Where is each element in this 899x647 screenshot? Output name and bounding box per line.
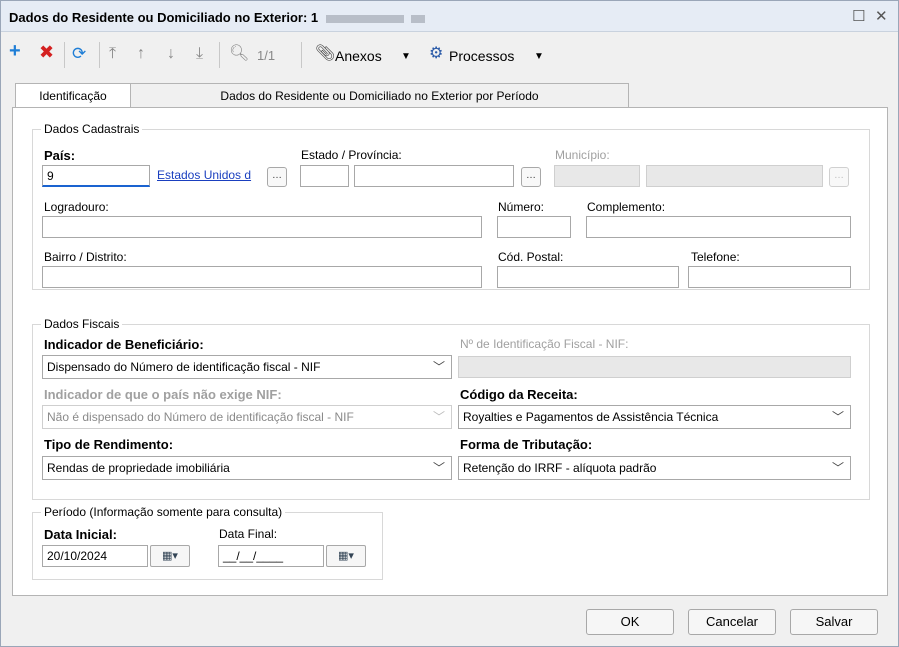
data-inicial-calendar-button[interactable]: ▦▾ xyxy=(150,545,190,567)
indicador-beneficiario-label: Indicador de Beneficiário: xyxy=(44,337,204,352)
municipio-name-input xyxy=(646,165,823,187)
toolbar-separator xyxy=(219,42,220,68)
salvar-button[interactable]: Salvar xyxy=(790,609,878,635)
telefone-input[interactable] xyxy=(688,266,851,288)
pais-code-input[interactable]: 9 xyxy=(42,165,150,187)
numero-input[interactable] xyxy=(497,216,571,238)
nif-input xyxy=(458,356,851,378)
complemento-input[interactable] xyxy=(586,216,851,238)
next-record-icon[interactable]: ↓ xyxy=(167,46,175,62)
estado-label: Estado / Província: xyxy=(301,148,402,162)
select-value: Dispensado do Número de identificação fi… xyxy=(47,360,321,374)
codigo-receita-label: Código da Receita: xyxy=(460,387,578,402)
toolbar-separator xyxy=(99,42,100,68)
anexos-menu[interactable]: Anexos xyxy=(335,48,382,64)
calendar-icon: ▦▾ xyxy=(338,550,354,562)
bairro-label: Bairro / Distrito: xyxy=(44,250,127,264)
group-legend: Dados Fiscais xyxy=(44,317,120,331)
select-value: Royalties e Pagamentos de Assistência Té… xyxy=(463,410,719,424)
refresh-icon[interactable]: ⟳ xyxy=(72,45,86,62)
tab-identificacao[interactable]: Identificação xyxy=(15,83,131,109)
chevron-down-icon[interactable]: ▼ xyxy=(534,51,544,62)
forma-tributacao-label: Forma de Tributação: xyxy=(460,437,593,452)
chevron-down-icon: ﹀ xyxy=(432,461,445,475)
pais-lookup-button[interactable]: … xyxy=(267,167,287,187)
redacted-block xyxy=(411,14,426,23)
tipo-rendimento-select[interactable]: Rendas de propriedade imobiliária ﹀ xyxy=(42,456,452,480)
pais-name-link[interactable]: Estados Unidos d xyxy=(157,168,259,182)
select-value: Não é dispensado do Número de identifica… xyxy=(47,410,354,424)
logradouro-input[interactable] xyxy=(42,216,482,238)
pais-nao-exige-nif-label: Indicador de que o país não exige NIF: xyxy=(44,387,282,402)
nif-label: Nº de Identificação Fiscal - NIF: xyxy=(460,337,629,351)
indicador-beneficiario-select[interactable]: Dispensado do Número de identificação fi… xyxy=(42,355,452,379)
estado-code-input[interactable] xyxy=(300,165,349,187)
window-title: Dados do Residente ou Domiciliado no Ext… xyxy=(9,10,426,25)
add-icon[interactable]: + xyxy=(9,41,21,61)
dialog-footer: OK Cancelar Salvar xyxy=(1,600,898,646)
dialog-window: Dados do Residente ou Domiciliado no Ext… xyxy=(0,0,899,647)
data-final-label: Data Final: xyxy=(219,527,278,541)
cancelar-button[interactable]: Cancelar xyxy=(688,609,776,635)
numero-label: Número: xyxy=(498,200,545,214)
processos-menu[interactable]: Processos xyxy=(449,48,514,64)
municipio-lookup-button: … xyxy=(829,167,849,187)
estado-lookup-button[interactable]: … xyxy=(521,167,541,187)
data-final-calendar-button[interactable]: ▦▾ xyxy=(326,545,366,567)
ok-button[interactable]: OK xyxy=(586,609,674,635)
complemento-label: Complemento: xyxy=(587,200,666,214)
data-inicial-label: Data Inicial: xyxy=(44,527,117,542)
paperclip-icon: 📎︎ xyxy=(315,45,336,62)
dados-cadastrais-group: Dados Cadastrais xyxy=(32,122,870,290)
previous-record-icon[interactable]: ↑ xyxy=(137,46,145,62)
first-record-icon[interactable]: ⤒ xyxy=(109,46,116,62)
last-record-icon[interactable]: ⤓ xyxy=(196,46,203,62)
forma-tributacao-select[interactable]: Retenção do IRRF - alíquota padrão ﹀ xyxy=(458,456,851,480)
select-value: Rendas de propriedade imobiliária xyxy=(47,461,230,475)
delete-icon[interactable]: ✖ xyxy=(39,43,54,61)
group-legend: Período (Informação somente para consult… xyxy=(44,505,283,519)
estado-name-input[interactable] xyxy=(354,165,514,187)
title-bar: Dados do Residente ou Domiciliado no Ext… xyxy=(1,1,898,32)
pais-label: País: xyxy=(44,148,76,163)
tipo-rendimento-label: Tipo de Rendimento: xyxy=(44,437,174,452)
municipio-code-input xyxy=(554,165,640,187)
data-final-input[interactable]: __/__/____ xyxy=(218,545,324,567)
municipio-label: Município: xyxy=(555,148,610,162)
data-inicial-input[interactable]: 20/10/2024 xyxy=(42,545,148,567)
pais-nao-exige-nif-select: Não é dispensado do Número de identifica… xyxy=(42,405,452,429)
chevron-down-icon[interactable]: ▼ xyxy=(401,51,411,62)
cep-label: Cód. Postal: xyxy=(498,250,564,264)
cep-input[interactable] xyxy=(497,266,679,288)
close-icon[interactable]: ✕ xyxy=(875,7,888,25)
select-value: Retenção do IRRF - alíquota padrão xyxy=(463,461,657,475)
search-icon[interactable]: 🔍︎ xyxy=(229,46,249,62)
periodo-group: Período (Informação somente para consult… xyxy=(32,505,383,580)
toolbar-separator xyxy=(301,42,302,68)
logradouro-label: Logradouro: xyxy=(44,200,109,214)
bairro-input[interactable] xyxy=(42,266,482,288)
redacted-block xyxy=(325,14,404,23)
telefone-label: Telefone: xyxy=(691,250,740,264)
gear-icon: ⚙ xyxy=(429,45,444,62)
record-counter: 1/1 xyxy=(257,48,276,63)
chevron-down-icon: ﹀ xyxy=(831,410,844,424)
codigo-receita-select[interactable]: Royalties e Pagamentos de Assistência Té… xyxy=(458,405,851,429)
tab-panel: Dados Cadastrais País: 9 Estados Unidos … xyxy=(12,107,888,596)
chevron-down-icon: ﹀ xyxy=(831,461,844,475)
toolbar-separator xyxy=(64,42,65,68)
tab-residente-por-periodo[interactable]: Dados do Residente ou Domiciliado no Ext… xyxy=(130,83,629,107)
group-legend: Dados Cadastrais xyxy=(44,122,140,136)
window-title-text: Dados do Residente ou Domiciliado no Ext… xyxy=(9,10,319,25)
calendar-icon: ▦▾ xyxy=(162,550,178,562)
toolbar: + ✖ ⟳ ⤒ ↑ ↓ ⤓ 🔍︎ 1/1 📎︎ Anexos ▼ ⚙ Proce… xyxy=(1,32,898,80)
maximize-icon[interactable]: ☐ xyxy=(852,7,865,25)
chevron-down-icon: ﹀ xyxy=(432,410,445,424)
chevron-down-icon: ﹀ xyxy=(432,360,445,374)
